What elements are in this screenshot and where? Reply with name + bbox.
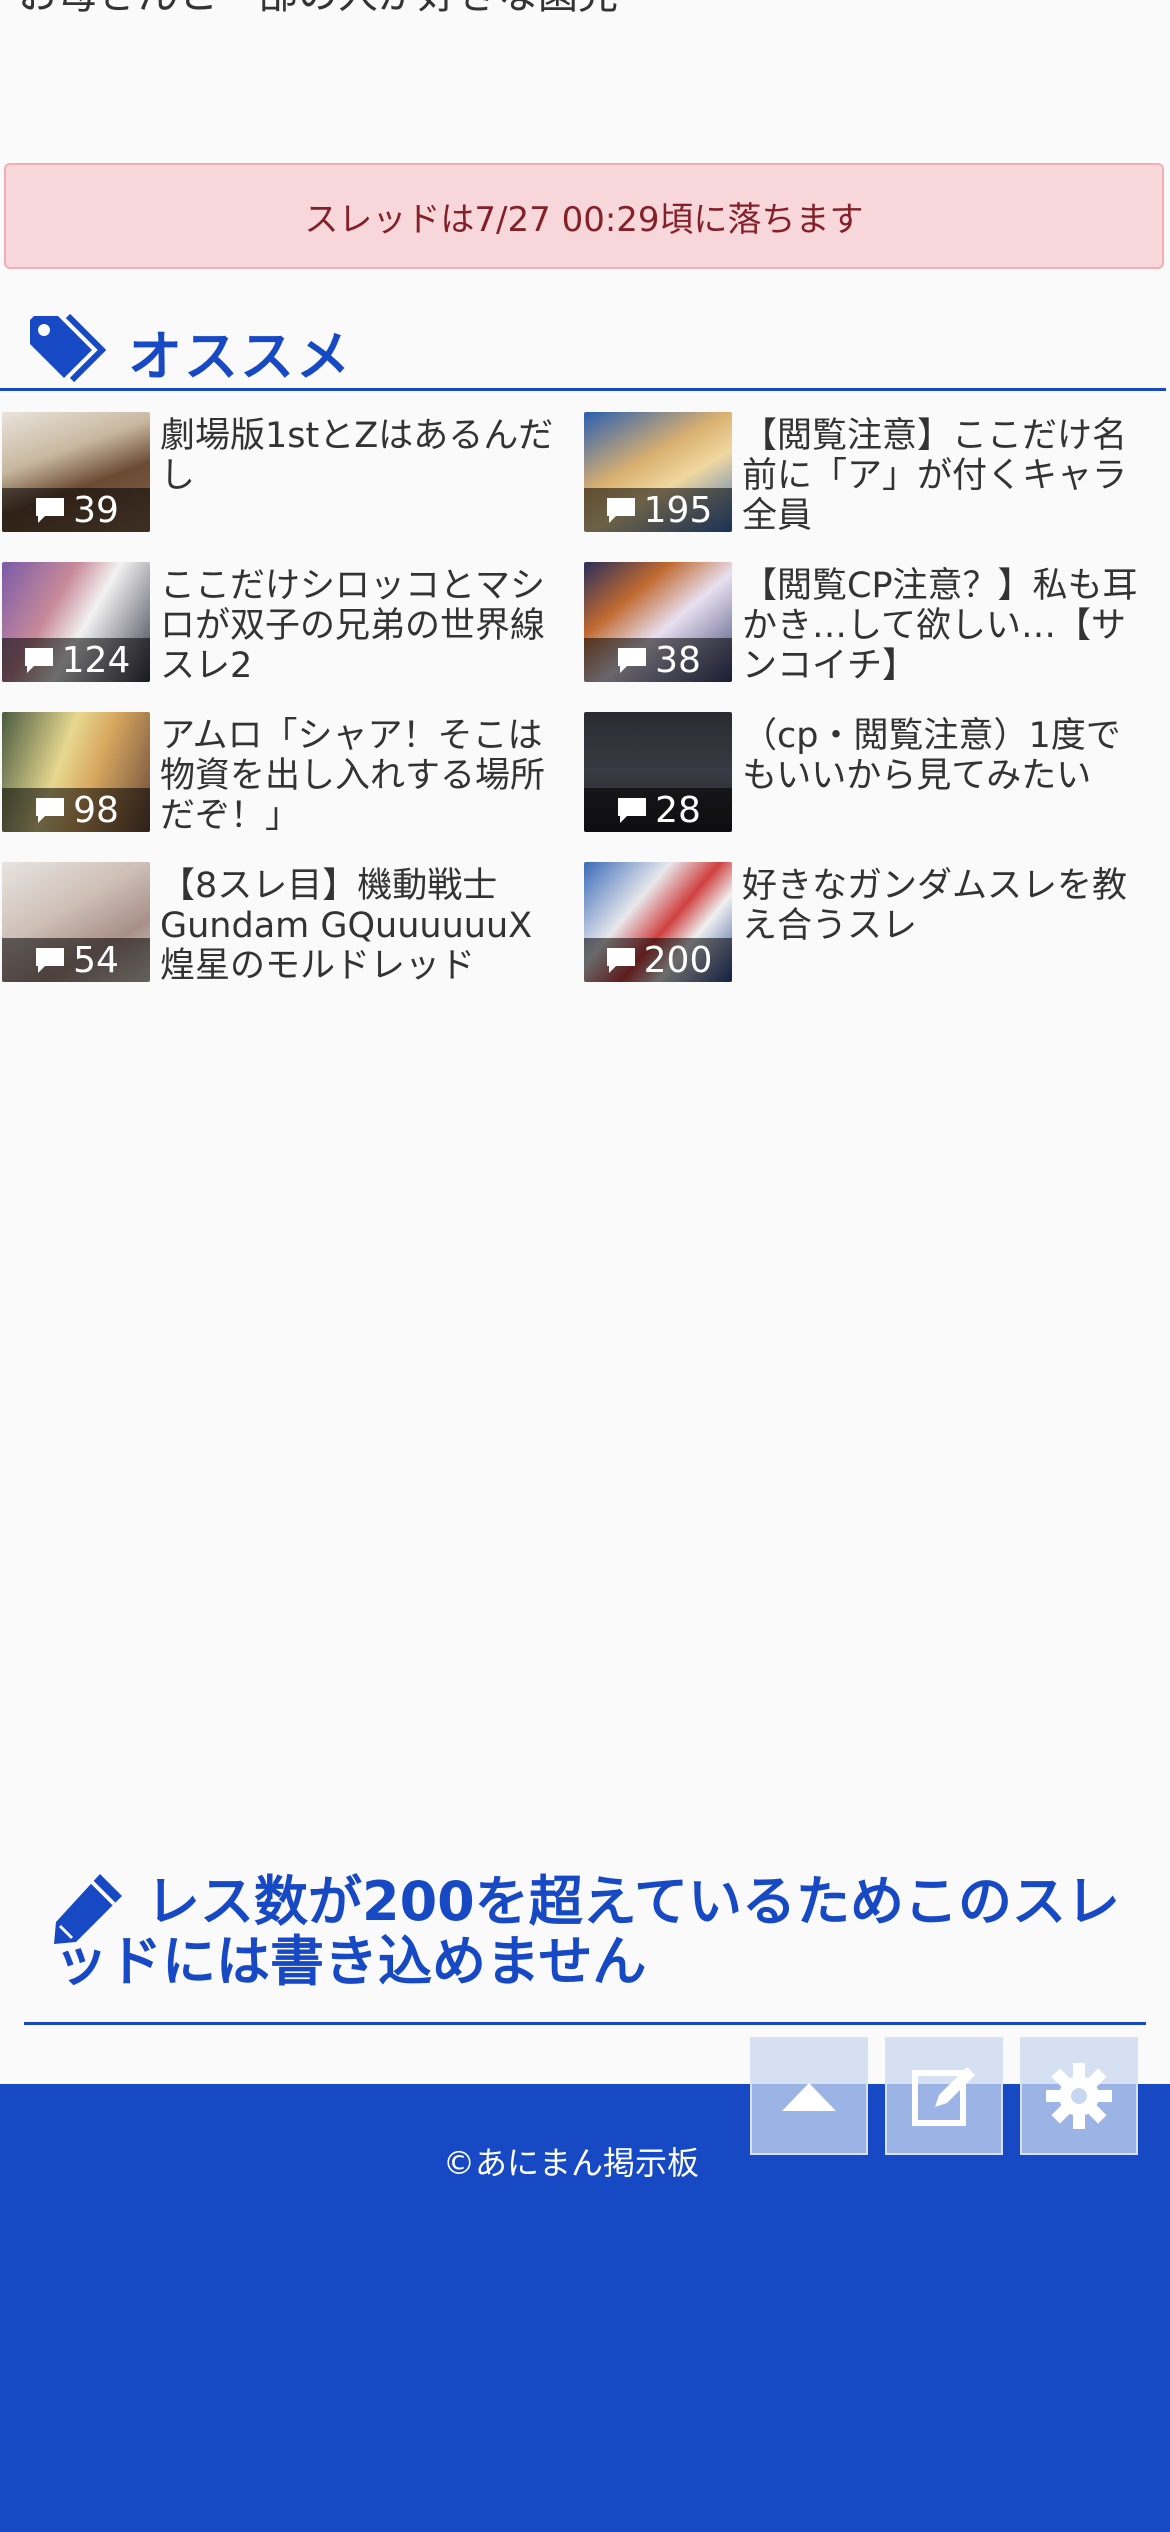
thread-thumbnail[interactable]: 39 (2, 412, 150, 532)
recommend-title: オススメ (128, 325, 352, 388)
comment-icon (36, 948, 65, 973)
comment-count: 28 (655, 789, 701, 831)
thread-thumbnail[interactable]: 54 (2, 862, 150, 982)
thread-title[interactable]: 【閲覧注意】ここだけ名前に「ア」が付くキャラ全員 (742, 416, 1152, 536)
thread-thumbnail[interactable]: 200 (584, 862, 732, 982)
write-disabled-header: レス数が200を超えているためこのスレッドには書き込めません (24, 1862, 1146, 2025)
comment-count: 124 (61, 639, 131, 681)
thread-item[interactable]: 28 （cp・閲覧注意）1度でもいいから見てみたい (584, 712, 1144, 836)
thread-item[interactable]: 54 【8スレ目】機動戦士Gundam GQuuuuuuX 煌星のモルドレッド (2, 862, 562, 986)
comment-icon (36, 498, 65, 523)
comment-count: 38 (655, 639, 701, 681)
thread-thumbnail[interactable]: 195 (584, 412, 732, 532)
comment-count-badge: 98 (2, 788, 150, 832)
comment-count-badge: 54 (2, 938, 150, 982)
thread-item[interactable]: 195 【閲覧注意】ここだけ名前に「ア」が付くキャラ全員 (584, 412, 1144, 536)
comment-icon (36, 798, 65, 823)
thread-item[interactable]: 38 【閲覧CP注意？】私も耳かき…して欲しい…【サンコイチ】 (584, 562, 1144, 686)
write-disabled-message: レス数が200を超えているためこのスレッドには書き込めません (54, 1870, 1121, 1993)
comment-count-badge: 195 (584, 488, 732, 532)
comment-count: 54 (73, 939, 119, 981)
gear-icon (1046, 2063, 1112, 2129)
tag-icon (30, 313, 107, 383)
comment-count-badge: 200 (584, 938, 732, 982)
recommend-header: オススメ (0, 300, 1166, 391)
comment-count: 195 (643, 489, 713, 531)
scroll-top-button[interactable] (750, 2037, 868, 2155)
thread-item[interactable]: 98 アムロ「シャア！そこは物資を出し入れする場所だぞ！」 (2, 712, 562, 836)
thread-title[interactable]: ここだけシロッコとマシロが双子の兄弟の世界線スレ2 (160, 566, 570, 686)
thread-item[interactable]: 200 好きなガンダムスレを教え合うスレ (584, 862, 1144, 986)
comment-icon (606, 498, 635, 523)
thread-title[interactable]: 好きなガンダムスレを教え合うスレ (742, 866, 1152, 946)
thread-title[interactable]: 劇場版1stとZはあるんだし (160, 416, 570, 496)
comment-count: 98 (73, 789, 119, 831)
thread-thumbnail[interactable]: 38 (584, 562, 732, 682)
thread-item[interactable]: 124 ここだけシロッコとマシロが双子の兄弟の世界線スレ2 (2, 562, 562, 686)
arrow-up-icon (782, 2083, 836, 2111)
write-button[interactable] (885, 2037, 1003, 2155)
previous-post-text: お母さんと一部の人が好きな園児 (18, 0, 618, 20)
comment-count-badge: 38 (584, 638, 732, 682)
comment-count: 200 (643, 939, 713, 981)
settings-button[interactable] (1020, 2037, 1138, 2155)
comment-count-badge: 28 (584, 788, 732, 832)
comment-count-badge: 124 (2, 638, 150, 682)
comment-icon (618, 648, 647, 673)
thread-title[interactable]: 【閲覧CP注意？】私も耳かき…して欲しい…【サンコイチ】 (742, 566, 1152, 686)
thread-thumbnail[interactable]: 28 (584, 712, 732, 832)
comment-icon (24, 648, 53, 673)
thread-title[interactable]: アムロ「シャア！そこは物資を出し入れする場所だぞ！」 (160, 716, 570, 836)
comment-count-badge: 39 (2, 488, 150, 532)
thread-thumbnail[interactable]: 124 (2, 562, 150, 682)
thread-thumbnail[interactable]: 98 (2, 712, 150, 832)
thread-title[interactable]: 【8スレ目】機動戦士Gundam GQuuuuuuX 煌星のモルドレッド (160, 866, 570, 986)
comment-icon (606, 948, 635, 973)
thread-expiry-notice: スレッドは7/27 00:29頃に落ちます (4, 163, 1164, 269)
thread-item[interactable]: 39 劇場版1stとZはあるんだし (2, 412, 562, 536)
edit-icon (912, 2067, 975, 2126)
comment-icon (618, 798, 647, 823)
comment-count: 39 (73, 489, 119, 531)
thread-title[interactable]: （cp・閲覧注意）1度でもいいから見てみたい (742, 716, 1152, 796)
